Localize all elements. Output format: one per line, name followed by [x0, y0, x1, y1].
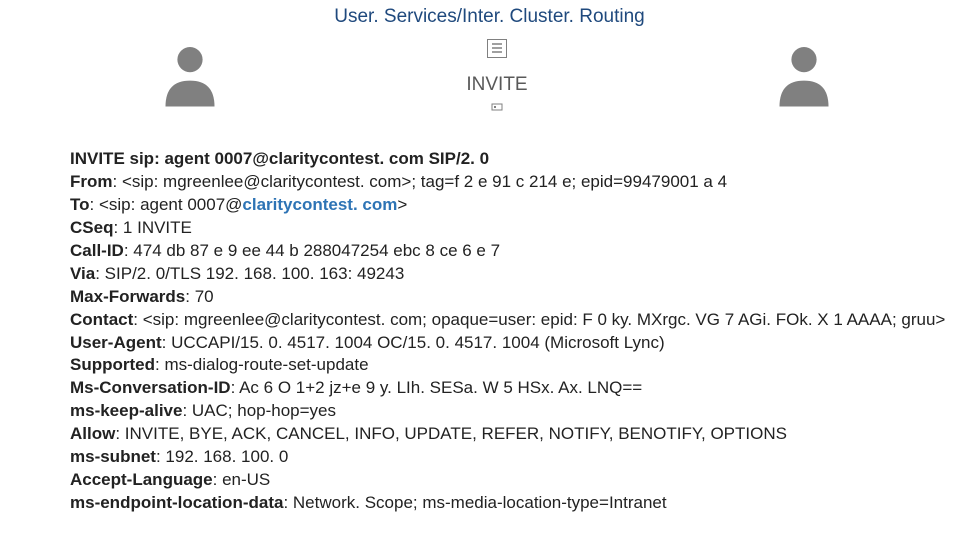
invite-label: INVITE — [466, 74, 527, 96]
center-server: INVITE — [466, 39, 527, 116]
sip-via-name: Via — [70, 264, 95, 283]
sip-via: Via: SIP/2. 0/TLS 192. 168. 100. 163: 49… — [70, 263, 979, 286]
sip-supported-value: : ms-dialog-route-set-update — [155, 355, 369, 374]
sip-max-forwards: Max-Forwards: 70 — [70, 286, 979, 309]
sip-to-name: To — [70, 195, 90, 214]
sip-headers-block: INVITE sip: agent 0007@claritycontest. c… — [0, 118, 979, 515]
sip-to-suffix: > — [397, 195, 407, 214]
sip-allow-name: Allow — [70, 424, 115, 443]
sip-to-prefix: : <sip: agent 0007@ — [90, 195, 243, 214]
sip-accept-language-name: Accept-Language — [70, 470, 213, 489]
sip-cseq: CSeq: 1 INVITE — [70, 217, 979, 240]
sip-ms-subnet: ms-subnet: 192. 168. 100. 0 — [70, 446, 979, 469]
sip-supported: Supported: ms-dialog-route-set-update — [70, 354, 979, 377]
sip-from: From: <sip: mgreenlee@claritycontest. co… — [70, 171, 979, 194]
sip-supported-name: Supported — [70, 355, 155, 374]
sip-contact-value: : <sip: mgreenlee@claritycontest. com; o… — [133, 310, 945, 329]
sip-cseq-value: : 1 INVITE — [113, 218, 191, 237]
sip-ms-keep-alive-name: ms-keep-alive — [70, 401, 182, 420]
sip-ms-keep-alive: ms-keep-alive: UAC; hop-hop=yes — [70, 400, 979, 423]
sip-accept-language: Accept-Language: en-US — [70, 469, 979, 492]
user-left-icon — [155, 40, 225, 115]
sip-from-name: From — [70, 172, 113, 191]
sip-ms-conversation-id: Ms-Conversation-ID: Ac 6 O 1+2 jz+e 9 y.… — [70, 377, 979, 400]
sip-ms-subnet-name: ms-subnet — [70, 447, 156, 466]
server-top-icon — [487, 39, 507, 72]
sip-from-value: : <sip: mgreenlee@claritycontest. com>; … — [113, 172, 728, 191]
sip-call-id: Call-ID: 474 db 87 e 9 ee 44 b 288047254… — [70, 240, 979, 263]
sip-ms-conversation-id-value: : Ac 6 O 1+2 jz+e 9 y. LIh. SESa. W 5 HS… — [231, 378, 643, 397]
sip-user-agent-value: : UCCAPI/15. 0. 4517. 1004 OC/15. 0. 451… — [162, 333, 665, 352]
sip-max-forwards-name: Max-Forwards — [70, 287, 185, 306]
sip-to-highlight: claritycontest. com — [242, 195, 397, 214]
sip-cseq-name: CSeq — [70, 218, 113, 237]
sip-contact-name: Contact — [70, 310, 133, 329]
sip-accept-language-value: : en-US — [213, 470, 271, 489]
sip-user-agent: User-Agent: UCCAPI/15. 0. 4517. 1004 OC/… — [70, 332, 979, 355]
sip-allow: Allow: INVITE, BYE, ACK, CANCEL, INFO, U… — [70, 423, 979, 446]
sip-ms-keep-alive-value: : UAC; hop-hop=yes — [182, 401, 336, 420]
sip-to: To: <sip: agent 0007@claritycontest. com… — [70, 194, 979, 217]
page-title: User. Services/Inter. Cluster. Routing — [0, 0, 979, 28]
sip-contact: Contact: <sip: mgreenlee@claritycontest.… — [70, 309, 979, 332]
sip-via-value: : SIP/2. 0/TLS 192. 168. 100. 163: 49243 — [95, 264, 404, 283]
sip-call-id-value: : 474 db 87 e 9 ee 44 b 288047254 ebc 8 … — [124, 241, 500, 260]
sip-max-forwards-value: : 70 — [185, 287, 213, 306]
diagram-row: INVITE — [0, 28, 979, 118]
user-right-icon — [769, 40, 839, 115]
sip-ms-endpoint-location-data-value: : Network. Scope; ms-media-location-type… — [283, 493, 666, 512]
sip-request-line: INVITE sip: agent 0007@claritycontest. c… — [70, 148, 979, 171]
sip-allow-value: : INVITE, BYE, ACK, CANCEL, INFO, UPDATE… — [115, 424, 787, 443]
sip-ms-endpoint-location-data-name: ms-endpoint-location-data — [70, 493, 283, 512]
sip-user-agent-name: User-Agent — [70, 333, 162, 352]
sip-ms-conversation-id-name: Ms-Conversation-ID — [70, 378, 231, 397]
sip-ms-subnet-value: : 192. 168. 100. 0 — [156, 447, 288, 466]
sip-ms-endpoint-location-data: ms-endpoint-location-data: Network. Scop… — [70, 492, 979, 515]
sip-call-id-name: Call-ID — [70, 241, 124, 260]
server-bottom-icon — [491, 98, 503, 116]
